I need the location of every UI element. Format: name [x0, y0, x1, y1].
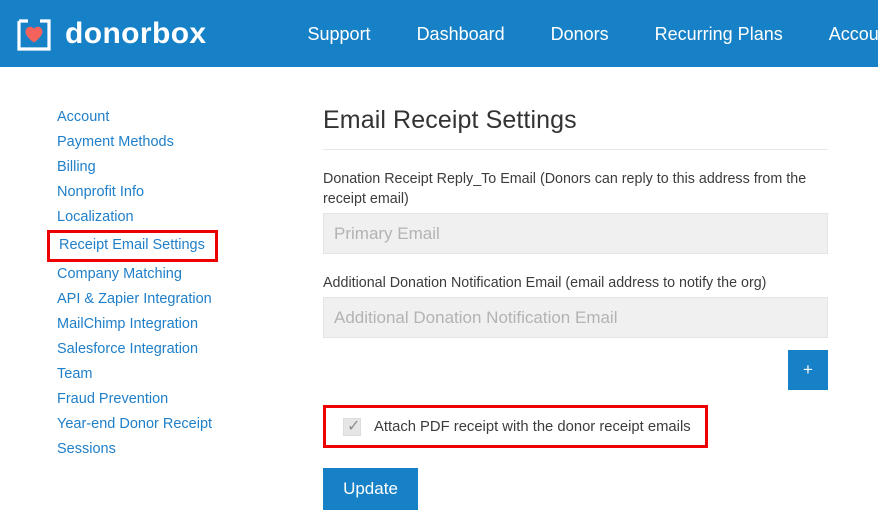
additional-notification-email-label: Additional Donation Notification Email (…: [323, 275, 767, 291]
nav-link-account[interactable]: Account: [806, 25, 878, 43]
sidebar-item-mailchimp-integration-wrap: MailChimp Integration: [57, 312, 297, 337]
add-email-button[interactable]: +: [788, 350, 828, 390]
sidebar-item-year-end-donor-receipt-wrap: Year-end Donor Receipt: [57, 412, 297, 437]
sidebar-item-payment-methods-wrap: Payment Methods: [57, 130, 297, 155]
sidebar-item-nonprofit-info-wrap: Nonprofit Info: [57, 180, 297, 205]
sidebar-item-receipt-email-settings[interactable]: Receipt Email Settings: [59, 234, 205, 257]
brand-name: donorbox: [65, 16, 207, 50]
sidebar-item-billing[interactable]: Billing: [57, 155, 297, 180]
donorbox-heart-logo-icon: [14, 14, 54, 54]
nav-link-dashboard[interactable]: Dashboard: [394, 25, 528, 43]
sidebar-item-salesforce-integration[interactable]: Salesforce Integration: [57, 337, 297, 362]
sidebar-item-fraud-prevention[interactable]: Fraud Prevention: [57, 387, 297, 412]
top-navbar: donorbox Support Dashboard Donors Recurr…: [0, 0, 878, 67]
sidebar-item-sessions-wrap: Sessions: [57, 437, 297, 462]
sidebar-item-payment-methods[interactable]: Payment Methods: [57, 130, 297, 155]
sidebar-item-team[interactable]: Team: [57, 362, 297, 387]
nav-link-support[interactable]: Support: [285, 25, 394, 43]
sidebar-item-team-wrap: Team: [57, 362, 297, 387]
nav-link-recurring-plans[interactable]: Recurring Plans: [632, 25, 806, 43]
nav-link-donors[interactable]: Donors: [528, 25, 632, 43]
sidebar-item-salesforce-integration-wrap: Salesforce Integration: [57, 337, 297, 362]
checkmark-icon: ✓: [347, 417, 361, 435]
brand-logo[interactable]: donorbox: [14, 14, 207, 54]
sidebar-item-company-matching[interactable]: Company Matching: [57, 262, 297, 287]
sidebar-item-company-matching-wrap: Company Matching: [57, 262, 297, 287]
sidebar-item-api-zapier-integration[interactable]: API & Zapier Integration: [57, 287, 297, 312]
sidebar-item-year-end-donor-receipt[interactable]: Year-end Donor Receipt: [57, 412, 297, 437]
sidebar-item-receipt-email-settings-highlight: Receipt Email Settings: [47, 230, 218, 262]
sidebar-item-sessions[interactable]: Sessions: [57, 437, 297, 462]
additional-notification-email-input[interactable]: [323, 297, 828, 338]
sidebar-item-billing-wrap: Billing: [57, 155, 297, 180]
page-title: Email Receipt Settings: [323, 106, 577, 134]
sidebar-item-api-zapier-integration-wrap: API & Zapier Integration: [57, 287, 297, 312]
attach-pdf-label: Attach PDF receipt with the donor receip…: [374, 418, 691, 435]
nav-links: Support Dashboard Donors Recurring Plans…: [285, 25, 878, 43]
reply-to-email-input[interactable]: [323, 213, 828, 254]
sidebar-item-mailchimp-integration[interactable]: MailChimp Integration: [57, 312, 297, 337]
settings-sidebar: Account Payment Methods Billing Nonprofi…: [47, 105, 297, 462]
reply-to-email-label: Donation Receipt Reply_To Email (Donors …: [323, 171, 807, 207]
attach-pdf-highlight: ✓ Attach PDF receipt with the donor rece…: [323, 405, 708, 448]
add-email-row: +: [323, 350, 828, 390]
sidebar-item-fraud-prevention-wrap: Fraud Prevention: [57, 387, 297, 412]
sidebar-item-localization[interactable]: Localization: [57, 205, 297, 230]
sidebar-item-account-wrap: Account: [57, 105, 297, 130]
settings-main-panel: Email Receipt Settings Donation Receipt …: [323, 105, 828, 510]
page-body: Account Payment Methods Billing Nonprofi…: [0, 67, 878, 510]
sidebar-item-nonprofit-info[interactable]: Nonprofit Info: [57, 180, 297, 205]
sidebar-item-account[interactable]: Account: [57, 105, 297, 130]
attach-pdf-checkbox[interactable]: ✓: [343, 417, 361, 436]
sidebar-item-localization-wrap: Localization: [57, 205, 297, 230]
title-divider: [323, 149, 828, 150]
